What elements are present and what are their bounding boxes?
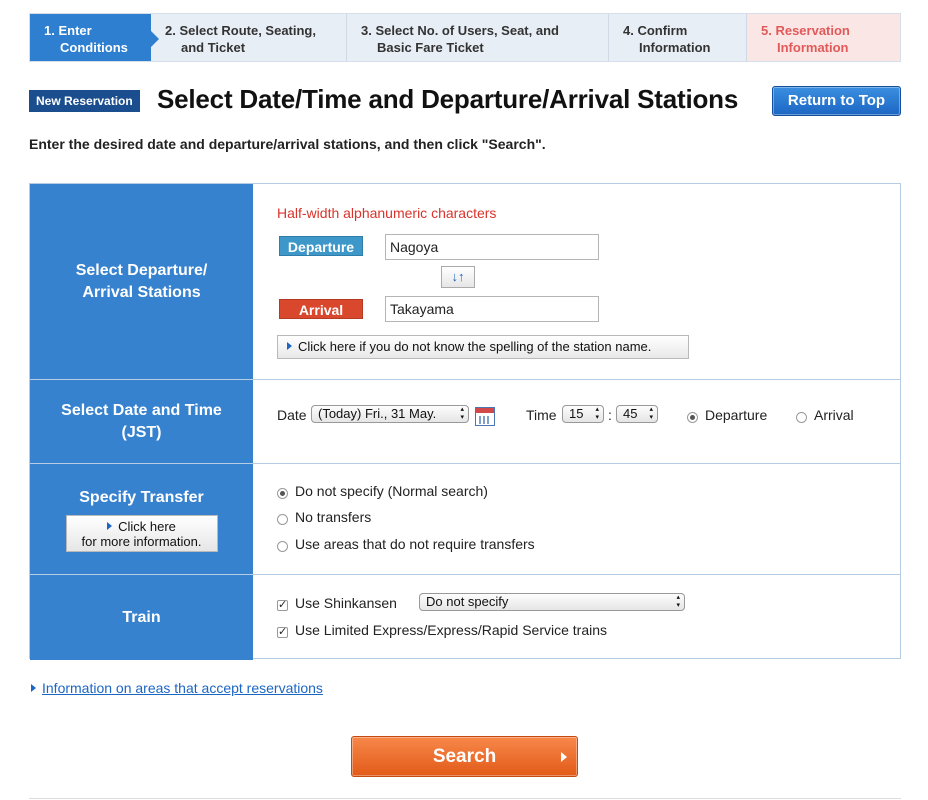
page-title: Select Date/Time and Departure/Arrival S… [157,84,739,114]
step-label: 4. Confirm [623,23,688,38]
train-body: Use Shinkansen Do not specify Use Limite… [253,575,900,660]
triangle-right-icon [107,521,113,530]
use-shinkansen-checkbox[interactable] [277,598,288,611]
return-to-top-button[interactable]: Return to Top [772,86,901,116]
button-label: Search [432,746,497,767]
arrival-label: Arrival [279,299,363,319]
datetime-heading: Select Date and Time (JST) [30,380,253,463]
stations-row: Select Departure/ Arrival Stations Half-… [30,184,900,379]
step-label: 3. Select No. of Users, Seat, and [361,23,559,38]
departure-station-input[interactable] [385,234,599,260]
search-button[interactable]: Search [351,736,578,777]
station-spelling-help-button[interactable]: Click here if you do not know the spelli… [277,335,689,359]
step-label: Information [777,40,849,55]
use-limited-express-label: Use Limited Express/Express/Rapid Servic… [295,622,608,638]
use-limited-express-checkbox[interactable] [277,625,288,638]
arrival-station-input[interactable] [385,296,599,322]
train-row: Train Use Shinkansen Do not specify Use … [30,574,900,660]
step-select-users: 3. Select No. of Users, Seat, and Basic … [347,14,609,61]
step-label: 1. Enter [44,23,92,38]
new-reservation-badge: New Reservation [29,90,140,112]
departure-time-label: Departure [705,407,768,423]
use-shinkansen-label: Use Shinkansen [295,595,397,611]
departure-time-radio[interactable] [687,412,698,423]
transfer-option-radio[interactable] [277,514,288,525]
hour-select[interactable]: 15 [562,405,604,423]
train-heading: Train [30,575,253,660]
transfer-info-button[interactable]: Click here for more information. [65,514,218,552]
shinkansen-select[interactable]: Do not specify [419,593,685,611]
step-label: Information [639,40,711,55]
arrival-time-label: Arrival [814,407,854,423]
transfer-body: Do not specify (Normal search) No transf… [253,464,900,574]
transfer-option-label: Use areas that do not require transfers [295,536,535,552]
triangle-right-icon [31,684,36,692]
time-separator: : [608,407,612,423]
transfer-option-radio[interactable] [277,488,288,499]
time-label: Time [526,407,557,423]
arrival-time-radio[interactable] [796,412,807,423]
heading-text: (JST) [121,423,162,441]
heading-text: Train [122,608,161,626]
swap-stations-button[interactable]: ↓↑ [441,266,475,288]
step-label: 2. Select Route, Seating, [165,23,316,38]
input-hint: Half-width alphanumeric characters [277,205,497,221]
heading-text: Select Departure/ [75,261,208,279]
transfer-option-radio[interactable] [277,541,288,552]
link-text: Information on areas that accept reserva… [42,680,323,696]
button-label: Click here [118,518,176,534]
step-label: Basic Fare Ticket [377,40,484,55]
calendar-icon[interactable] [475,407,495,426]
step-enter-conditions: 1. Enter Conditions [30,14,159,61]
heading-text: Select Date and Time [61,401,222,419]
step-label: 5. Reservation [761,23,850,38]
step-label: and Ticket [181,40,246,55]
progress-steps: 1. Enter Conditions 2. Select Route, Sea… [29,13,901,62]
stations-heading: Select Departure/ Arrival Stations [30,184,253,379]
step-select-route: 2. Select Route, Seating, and Ticket [151,14,347,61]
step-reservation-info: 5. Reservation Information [747,14,900,61]
datetime-row: Select Date and Time (JST) Date (Today) … [30,379,900,463]
heading-text: Specify Transfer [79,488,204,506]
minute-select[interactable]: 45 [616,405,658,423]
step-confirm: 4. Confirm Information [609,14,747,61]
reservation-areas-link[interactable]: Information on areas that accept reserva… [31,680,323,696]
transfer-option-label: No transfers [295,509,372,525]
transfer-row: Specify Transfer Click here for more inf… [30,463,900,574]
step-label: Conditions [60,40,128,55]
divider [29,798,901,799]
arrow-right-icon [561,752,567,762]
swap-arrows-icon: ↓↑ [451,269,465,284]
transfer-heading: Specify Transfer Click here for more inf… [30,464,253,574]
heading-text: Arrival Stations [82,283,201,301]
stations-body: Half-width alphanumeric characters Depar… [253,184,900,379]
transfer-option-label: Do not specify (Normal search) [295,483,488,499]
search-form: Select Departure/ Arrival Stations Half-… [29,183,901,660]
triangle-right-icon [287,342,292,350]
date-select[interactable]: (Today) Fri., 31 May. [311,405,469,423]
button-label: for more information. [81,533,202,549]
datetime-body: Date (Today) Fri., 31 May. Time 15 : 45 … [253,380,900,463]
button-label: Click here if you do not know the spelli… [298,339,652,354]
instruction-text: Enter the desired date and departure/arr… [29,136,546,152]
departure-label: Departure [279,236,363,256]
date-label: Date [277,407,307,423]
